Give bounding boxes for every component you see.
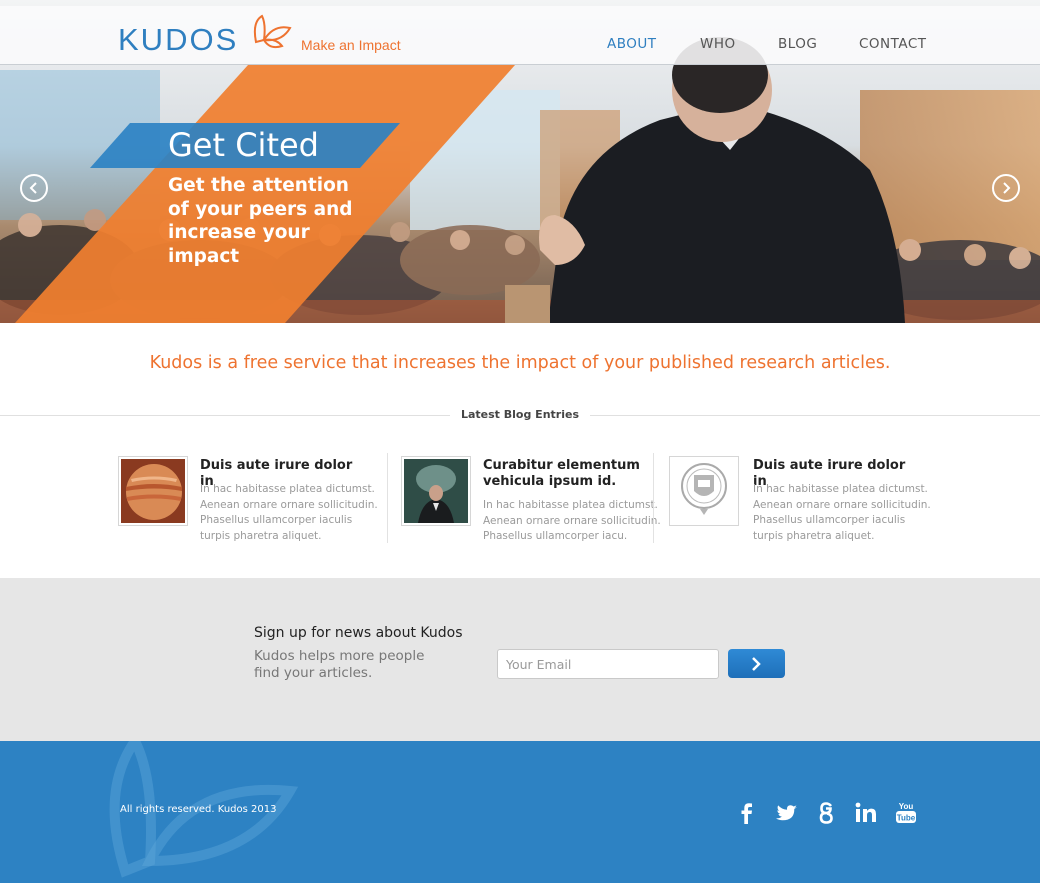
nav-blog[interactable]: BLOG [778, 36, 817, 52]
post-excerpt: In hac habitasse platea dictumst. Aenean… [483, 499, 661, 542]
nav-about[interactable]: ABOUT [607, 36, 657, 52]
post-thumbnail[interactable] [118, 456, 188, 526]
logo-tagline: Make an Impact [301, 37, 401, 53]
slider-next-button[interactable] [992, 174, 1020, 202]
university-crest-image [672, 459, 736, 523]
blog-heading: Latest Blog Entries [460, 408, 579, 421]
nav-contact[interactable]: CONTACT [859, 36, 927, 52]
post-divider [653, 453, 654, 543]
signup-submit-button[interactable] [728, 649, 785, 678]
email-input[interactable] [497, 649, 719, 679]
man-with-smoke-image [404, 459, 468, 523]
google-icon[interactable] [814, 800, 840, 826]
nav-who[interactable]: WHO [700, 36, 736, 52]
slider-prev-button[interactable] [20, 174, 48, 202]
youtube-icon[interactable]: You Tube [893, 800, 919, 826]
logo-wordmark: KUDOS [118, 22, 239, 57]
chevron-left-icon [29, 182, 37, 194]
kudos-logo[interactable]: KUDOS Make an Impact [118, 14, 418, 58]
site-footer: All rights reserved. Kudos 2013 You Tube [0, 741, 1040, 883]
svg-text:Tube: Tube [897, 814, 916, 823]
post-thumbnail[interactable] [401, 456, 471, 526]
top-navigation-bar: KUDOS Make an Impact ABOUT WHO BLOG CONT… [0, 6, 1040, 65]
blog-section-header: Latest Blog Entries [0, 405, 1040, 425]
chevron-right-icon [1003, 182, 1011, 194]
post-excerpt: In hac habitasse platea dictumst. Aenean… [753, 483, 931, 542]
twitter-icon[interactable] [774, 800, 800, 826]
facebook-icon[interactable] [734, 800, 760, 826]
intro-statement: Kudos is a free service that increases t… [149, 353, 891, 373]
post-thumbnail[interactable] [669, 456, 739, 526]
hero-body: Get the attention of your peers and incr… [168, 175, 353, 267]
post-divider [387, 453, 388, 543]
hero-slider: KUDOS Make an Impact ABOUT WHO BLOG CONT… [0, 0, 1040, 323]
linkedin-icon[interactable] [853, 800, 879, 826]
hero-title: Get Cited [168, 126, 319, 164]
planet-image [121, 459, 185, 523]
newsletter-signup-section: Sign up for news about Kudos Kudos helps… [0, 578, 1040, 741]
butterfly-logo-icon [253, 14, 292, 49]
signup-title: Sign up for news about Kudos [254, 625, 463, 641]
signup-description: Kudos helps more people find your articl… [254, 648, 425, 681]
copyright-text: All rights reserved. Kudos 2013 [120, 804, 277, 815]
post-title[interactable]: Curabitur elementum vehicula ipsum id. [483, 458, 653, 490]
chevron-right-icon [752, 657, 761, 671]
post-excerpt: In hac habitasse platea dictumst. Aenean… [200, 483, 378, 542]
svg-text:You: You [899, 802, 914, 811]
